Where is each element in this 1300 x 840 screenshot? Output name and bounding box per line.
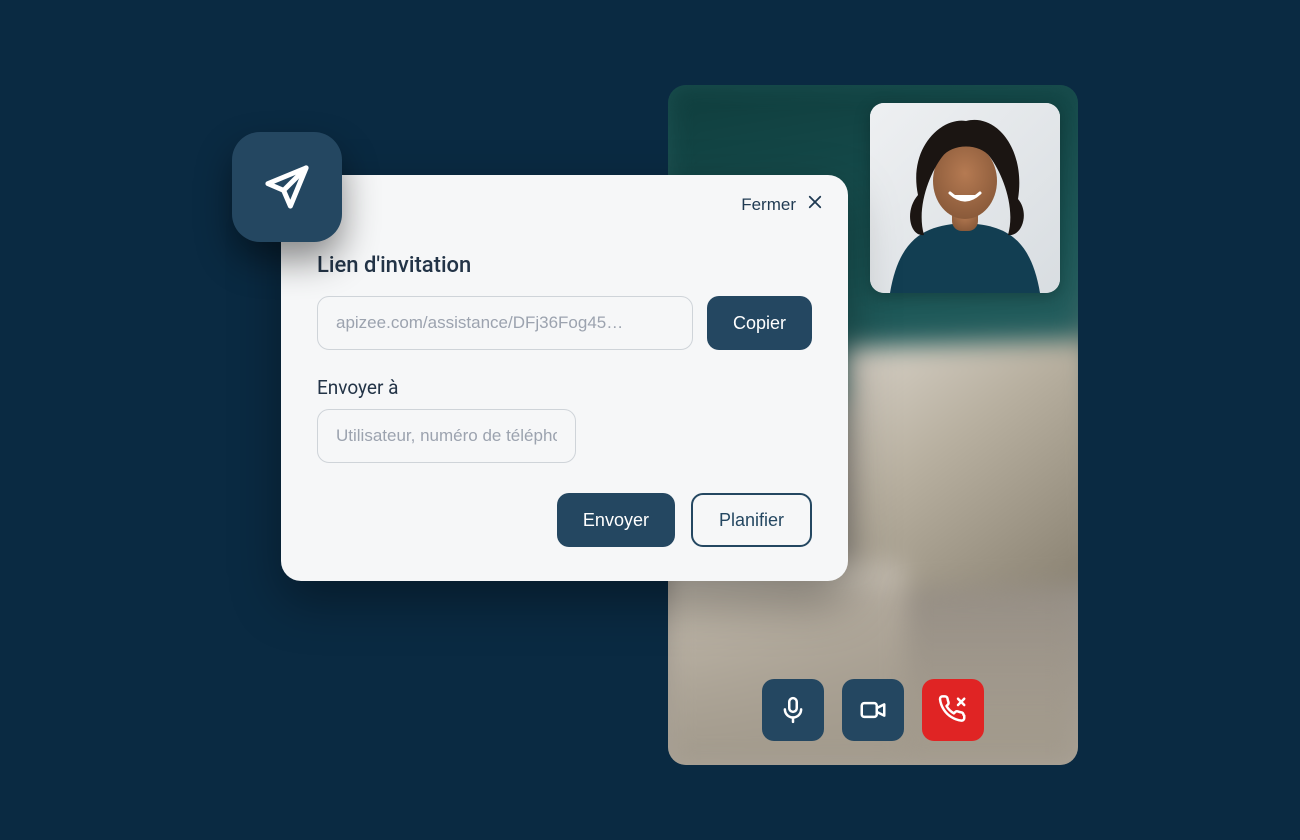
call-controls bbox=[668, 679, 1078, 741]
modal-title: Lien d'invitation bbox=[317, 253, 812, 278]
send-plane-icon bbox=[232, 132, 342, 242]
close-label: Fermer bbox=[741, 195, 796, 215]
invitation-link-input[interactable] bbox=[317, 296, 693, 350]
invitation-modal: Fermer Lien d'invitation Copier Envoyer … bbox=[281, 175, 848, 581]
mute-button[interactable] bbox=[762, 679, 824, 741]
recipient-input[interactable] bbox=[317, 409, 576, 463]
schedule-button[interactable]: Planifier bbox=[691, 493, 812, 547]
send-to-label: Envoyer à bbox=[317, 376, 812, 399]
copy-button[interactable]: Copier bbox=[707, 296, 812, 350]
send-button[interactable]: Envoyer bbox=[557, 493, 675, 547]
camera-button[interactable] bbox=[842, 679, 904, 741]
hangup-button[interactable] bbox=[922, 679, 984, 741]
self-video-thumbnail[interactable] bbox=[870, 103, 1060, 293]
close-button[interactable]: Fermer bbox=[741, 193, 824, 216]
close-icon bbox=[806, 193, 824, 216]
